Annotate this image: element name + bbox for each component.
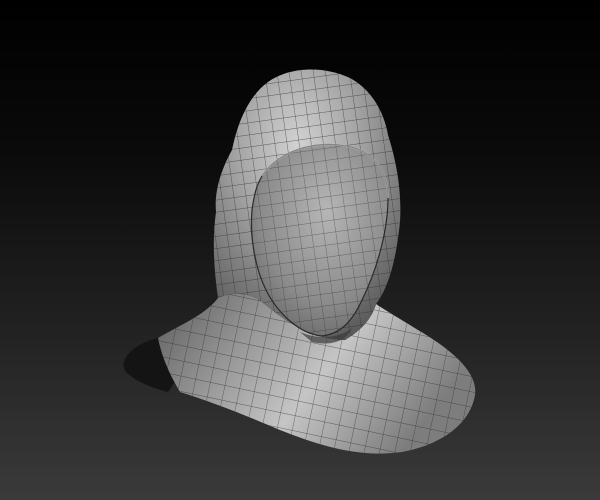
hooded-bust-mesh-icon[interactable]: [0, 0, 600, 500]
3d-viewport[interactable]: [0, 0, 600, 500]
